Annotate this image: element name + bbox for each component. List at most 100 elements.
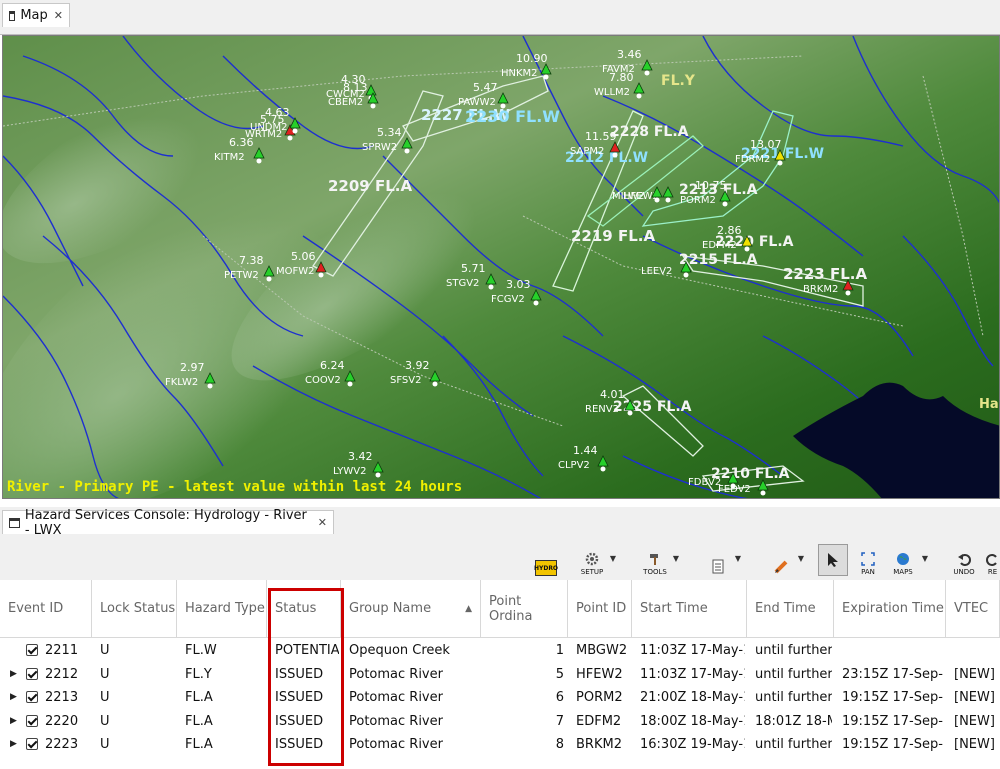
setup-button[interactable]: SETUP ▼ — [580, 544, 616, 576]
cell-event-id: 2223 — [45, 737, 79, 752]
gauge-id: RENV2 — [585, 404, 619, 415]
row-checkbox[interactable] — [26, 667, 38, 680]
hazard-label[interactable]: 2225 FL.A — [613, 399, 692, 415]
table-row[interactable]: 2211 U FL.W POTENTIAL Opequon Creek 1 MBGW2 11:… — [0, 639, 1000, 662]
gauge-value: 8.13 — [343, 81, 368, 94]
product-button[interactable]: ▼ — [707, 544, 741, 576]
column-header-event-id[interactable]: Event ID — [0, 580, 92, 638]
hydro-button[interactable]: HYDRO — [534, 544, 558, 576]
pan-button[interactable]: PAN — [856, 544, 880, 576]
close-icon[interactable]: ✕ — [318, 516, 327, 529]
gauge-value: 5.34 — [377, 126, 402, 139]
gauge-value: 1.44 — [573, 444, 598, 457]
cell-expiration: 19:15Z 17-Sep-18 — [842, 713, 944, 729]
gauge-point-icon — [665, 197, 671, 203]
map-canvas[interactable]: 2209 FL.A2219 FL.A2228 FL.A2213 FL.A2215… — [3, 36, 1000, 499]
hazard-label[interactable]: 2223 FL.A — [783, 265, 867, 283]
console-tab[interactable]: Hazard Services Console: Hydrology - Riv… — [2, 508, 334, 538]
row-checkbox[interactable] — [26, 714, 38, 727]
gauge-value: 10.90 — [516, 52, 548, 65]
gauge-id: EDFM2 — [702, 240, 737, 251]
map-legend: River - Primary PE - latest value within… — [7, 479, 462, 495]
gauge-point-icon — [347, 381, 353, 387]
row-checkbox[interactable] — [26, 644, 38, 656]
column-header-lock[interactable]: Lock Status — [92, 580, 177, 638]
pan-label: PAN — [861, 568, 875, 576]
chevron-down-icon[interactable]: ▼ — [610, 554, 616, 563]
column-header-hazard[interactable]: Hazard Type — [177, 580, 267, 638]
console-view-icon — [9, 517, 20, 528]
cell-point-id: EDFM2 — [576, 713, 622, 729]
cell-status: POTENTIAL — [275, 643, 339, 658]
gauge-value: 5.06 — [291, 250, 316, 263]
select-button[interactable] — [818, 544, 848, 576]
cell-event-id: 2213 — [45, 690, 79, 705]
undo-button[interactable]: UNDO — [953, 544, 975, 576]
gear-icon — [582, 550, 602, 568]
hazard-label[interactable]: 2215 FL.A — [679, 252, 758, 268]
hazard-label[interactable]: 2219 FL.A — [571, 227, 655, 245]
gauge-point-icon — [292, 128, 298, 134]
hazard-label[interactable]: FL.Y — [661, 73, 696, 89]
chevron-down-icon[interactable]: ▼ — [798, 554, 804, 563]
gauge-id: PAWW2 — [458, 97, 496, 108]
column-header-status[interactable]: Status — [267, 580, 341, 638]
expand-arrow-icon[interactable]: ▶ — [10, 686, 17, 709]
column-header-vtec[interactable]: VTEC — [946, 580, 1000, 638]
column-header-point-id[interactable]: Point ID — [568, 580, 632, 638]
column-header-start[interactable]: Start Time — [632, 580, 747, 638]
gauge-point-icon — [533, 300, 539, 306]
gauge-value: 6.24 — [320, 359, 345, 372]
map-display[interactable]: 2209 FL.A 2219 FL.A 2228 FL.A 2213 FL.A 2215… — [2, 35, 1000, 499]
gauge-id: SPRW2 — [362, 142, 397, 153]
cell-vtec — [954, 639, 998, 662]
hazard-label[interactable]: 2209 FL.A — [328, 177, 412, 195]
chevron-down-icon[interactable]: ▼ — [735, 554, 741, 563]
expand-arrow-icon[interactable]: ▶ — [10, 733, 17, 756]
cell-ordinal: 5 — [555, 666, 564, 682]
expand-arrow-icon[interactable]: ▶ — [10, 710, 17, 733]
maps-button[interactable]: MAPS ▼ — [890, 544, 928, 576]
gauge-value: 3.92 — [405, 359, 430, 372]
column-header-ordinal[interactable]: Point Ordina — [481, 580, 568, 638]
column-header-label: Status — [275, 601, 317, 616]
table-row[interactable]: ▶ 2212 U FL.Y ISSUED Potomac River 5 HFEW2 11:03… — [0, 663, 1000, 686]
table-row[interactable]: ▶ 2220 U FL.A ISSUED Potomac River 7 EDFM2 18:00… — [0, 710, 1000, 733]
column-header-group[interactable]: Group Name ▲ — [341, 580, 481, 638]
redo-button[interactable]: RE — [985, 544, 1000, 576]
chevron-down-icon[interactable]: ▼ — [673, 554, 679, 563]
hazard-label[interactable]: 2210 FL.A — [711, 466, 790, 482]
table-row[interactable]: ▶ 2213 U FL.A ISSUED Potomac River 6 PORM2 21:00… — [0, 686, 1000, 709]
hydro-icon: HYDRO — [534, 560, 558, 576]
gauge-point-icon — [644, 70, 650, 76]
gauge-id: PETW2 — [224, 270, 259, 281]
gauge-point-icon — [683, 272, 689, 278]
tools-label: TOOLS — [643, 568, 667, 576]
hazard-label[interactable]: 2230 FL.W — [465, 107, 560, 126]
hazard-label[interactable]: 2228 FL.A — [610, 124, 689, 140]
gauge-point-icon — [404, 148, 410, 154]
cell-status: ISSUED — [275, 713, 324, 729]
column-header-label: VTEC — [954, 601, 989, 616]
map-tab[interactable]: Map ✕ — [2, 3, 70, 27]
gauge-value: 4.01 — [600, 388, 625, 401]
column-header-expiration[interactable]: Expiration Time — [834, 580, 946, 638]
close-icon[interactable]: ✕ — [54, 9, 63, 22]
draw-button[interactable]: ▼ — [770, 544, 804, 576]
chevron-down-icon[interactable]: ▼ — [922, 554, 928, 563]
row-checkbox[interactable] — [26, 738, 38, 750]
hazard-label[interactable]: Haz — [979, 397, 1000, 412]
map-tab-bar: Map ✕ — [0, 0, 1000, 35]
column-header-label: Hazard Type — [185, 601, 265, 616]
column-header-end[interactable]: End Time — [747, 580, 834, 638]
cell-group: Potomac River — [349, 737, 443, 752]
row-checkbox[interactable] — [26, 691, 38, 703]
sort-ascending-icon[interactable]: ▲ — [465, 604, 472, 614]
cell-event-id: 2212 — [45, 666, 79, 682]
tools-button[interactable]: TOOLS ▼ — [643, 544, 679, 576]
gauge-point-icon — [370, 103, 376, 109]
expand-arrow-icon[interactable]: ▶ — [10, 663, 17, 686]
cell-group: Potomac River — [349, 690, 443, 705]
gauge-value: 4.63 — [265, 106, 290, 119]
table-row[interactable]: ▶ 2223 U FL.A ISSUED Potomac River 8 BRKM2 16:30… — [0, 733, 1000, 756]
